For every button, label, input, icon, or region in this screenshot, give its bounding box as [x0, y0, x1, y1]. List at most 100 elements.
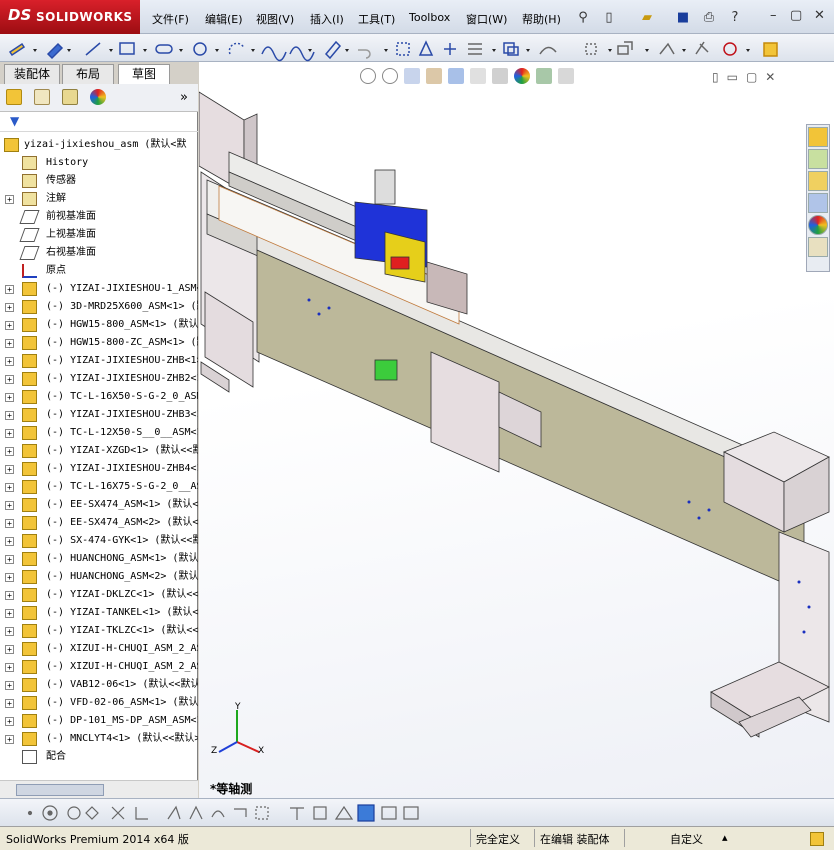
expand-icon[interactable]: +	[5, 627, 14, 636]
tab-sketch[interactable]: 草图	[118, 64, 170, 86]
appearances-icon[interactable]	[808, 215, 828, 235]
expand-icon[interactable]: +	[5, 483, 14, 492]
expand-icon[interactable]: +	[5, 591, 14, 600]
menu-edit[interactable]: 编辑(E)	[205, 11, 243, 27]
menu-insert[interactable]: 插入(I)	[310, 11, 344, 27]
menu-file[interactable]: 文件(F)	[152, 11, 189, 27]
tree-item[interactable]: + 注解	[0, 190, 198, 208]
design-library-icon[interactable]	[808, 149, 828, 169]
view-settings-icon[interactable]	[558, 68, 574, 84]
rebuild-icon[interactable]	[810, 832, 824, 846]
sketch-tools-icons[interactable]	[0, 34, 834, 62]
tree-component[interactable]: + (-) YIZAI-TANKEL<1> (默认<	[0, 604, 198, 622]
menu-toolbox[interactable]: Toolbox	[409, 11, 450, 24]
hide-show-icon[interactable]	[492, 68, 508, 84]
scene-icon[interactable]	[536, 68, 552, 84]
filter-icon[interactable]: ▼	[10, 114, 19, 128]
tree-component[interactable]: + (-) TC-L-12X50-S__0__ASM<1>	[0, 424, 198, 442]
tree-item[interactable]: 原点	[0, 262, 198, 280]
menu-tools[interactable]: 工具(T)	[358, 11, 395, 27]
tree-component[interactable]: + (-) TC-L-16X75-S-G-2_0__ASM	[0, 478, 198, 496]
expand-icon[interactable]: +	[5, 375, 14, 384]
tree-component[interactable]: + (-) HUANCHONG_ASM<2> (默认<	[0, 568, 198, 586]
home-icon[interactable]	[808, 127, 828, 147]
tree-component[interactable]: + (-) SX-474-GYK<1> (默认<<默	[0, 532, 198, 550]
assembly-model[interactable]	[198, 62, 834, 798]
tab-layout[interactable]: 布局	[62, 64, 114, 84]
expand-icon[interactable]: +	[5, 645, 14, 654]
expand-icon[interactable]: +	[5, 681, 14, 690]
expand-icon[interactable]: +	[5, 393, 14, 402]
expand-icon[interactable]: +	[5, 357, 14, 366]
scrollbar-thumb[interactable]	[16, 784, 104, 796]
property-manager-icon[interactable]	[34, 89, 50, 105]
tree-mates[interactable]: 配合	[0, 748, 198, 766]
save-icon[interactable]: ■	[674, 8, 692, 26]
tree-item[interactable]: 传感器	[0, 172, 198, 190]
tree-component[interactable]: + (-) YIZAI-TKLZC<1> (默认<<	[0, 622, 198, 640]
tree-component[interactable]: + (-) HGW15-800-ZC_ASM<1> (默	[0, 334, 198, 352]
horizontal-scrollbar[interactable]	[0, 780, 198, 798]
feature-manager-icon[interactable]	[6, 89, 22, 105]
expand-icon[interactable]: +	[5, 285, 14, 294]
section-view-icon[interactable]	[426, 68, 442, 84]
open-folder-icon[interactable]: ▰	[638, 8, 656, 26]
expand-icon[interactable]: +	[5, 303, 14, 312]
tree-component[interactable]: + (-) VAB12-06<1> (默认<<默认	[0, 676, 198, 694]
viewport-window-controls[interactable]: ▯▭▢✕	[712, 70, 783, 84]
expand-icon[interactable]: +	[5, 465, 14, 474]
tree-component[interactable]: + (-) YIZAI-JIXIESHOU-ZHB2<1>	[0, 370, 198, 388]
close-icon[interactable]: ✕	[814, 8, 825, 23]
graphics-area[interactable]: Y X Z	[198, 62, 834, 798]
zoom-to-fit-icon[interactable]	[360, 68, 376, 84]
restore-icon[interactable]: ▢	[790, 8, 802, 23]
expand-icon[interactable]: +	[5, 195, 14, 204]
expand-icon[interactable]: +	[5, 339, 14, 348]
tree-component[interactable]: + (-) EE-SX474_ASM<1> (默认<	[0, 496, 198, 514]
tree-component[interactable]: + (-) HGW15-800_ASM<1> (默认<	[0, 316, 198, 334]
tree-component[interactable]: + (-) EE-SX474_ASM<2> (默认<	[0, 514, 198, 532]
tree-component[interactable]: + (-) YIZAI-JIXIESHOU-ZHB3<1>	[0, 406, 198, 424]
expand-icon[interactable]: +	[5, 573, 14, 582]
display-style-icon[interactable]	[470, 68, 486, 84]
new-document-icon[interactable]: ▯	[600, 8, 618, 26]
tree-root[interactable]: yizai-jixieshou_asm (默认<默	[0, 136, 198, 154]
appearance-icon[interactable]	[514, 68, 530, 84]
menu-help[interactable]: 帮助(H)	[522, 11, 561, 27]
tree-component[interactable]: + (-) TC-L-16X50-S-G-2_0_ASM	[0, 388, 198, 406]
expand-icon[interactable]: +	[5, 699, 14, 708]
expand-icon[interactable]: +	[5, 609, 14, 618]
tab-assembly[interactable]: 装配体	[4, 64, 60, 84]
expand-icon[interactable]: +	[5, 519, 14, 528]
custom-properties-icon[interactable]	[808, 237, 828, 257]
tree-component[interactable]: + (-) YIZAI-JIXIESHOU-ZHB<1>	[0, 352, 198, 370]
units-chevron-up-icon[interactable]: ▴	[722, 831, 728, 844]
file-explorer-icon[interactable]	[808, 171, 828, 191]
expand-icon[interactable]: +	[5, 429, 14, 438]
menu-view[interactable]: 视图(V)	[256, 11, 294, 27]
tree-item[interactable]: 前视基准面	[0, 208, 198, 226]
expand-icon[interactable]: +	[5, 717, 14, 726]
view-palette-icon[interactable]	[808, 193, 828, 213]
tree-component[interactable]: + (-) HUANCHONG_ASM<1> (默认<	[0, 550, 198, 568]
tree-component[interactable]: + (-) YIZAI-JIXIESHOU-ZHB4<1>	[0, 460, 198, 478]
tree-component[interactable]: + (-) YIZAI-DKLZC<1> (默认<<	[0, 586, 198, 604]
tree-component[interactable]: + (-) MNCLYT4<1> (默认<<默认>	[0, 730, 198, 748]
configuration-manager-icon[interactable]	[62, 89, 78, 105]
help-icon[interactable]: ?	[726, 8, 744, 26]
expand-icon[interactable]: +	[5, 447, 14, 456]
tree-item[interactable]: 右视基准面	[0, 244, 198, 262]
tree-component[interactable]: + (-) XIZUI-H-CHUQI_ASM_2_ASM	[0, 658, 198, 676]
expand-icon[interactable]: +	[5, 537, 14, 546]
print-icon[interactable]: ⎙	[700, 8, 718, 26]
tree-item[interactable]: History	[0, 154, 198, 172]
menu-window[interactable]: 窗口(W)	[466, 11, 507, 27]
expand-icon[interactable]: +	[5, 735, 14, 744]
solidworks-logo[interactable]: DS SOLIDWORKS	[0, 0, 140, 34]
appearance-manager-icon[interactable]	[90, 89, 106, 105]
view-orientation-icon[interactable]	[448, 68, 464, 84]
tree-component[interactable]: + (-) YIZAI-XZGD<1> (默认<<默	[0, 442, 198, 460]
tree-component[interactable]: + (-) 3D-MRD25X600_ASM<1> (默	[0, 298, 198, 316]
expand-icon[interactable]: +	[5, 321, 14, 330]
bottom-tools-icons[interactable]	[0, 799, 834, 827]
